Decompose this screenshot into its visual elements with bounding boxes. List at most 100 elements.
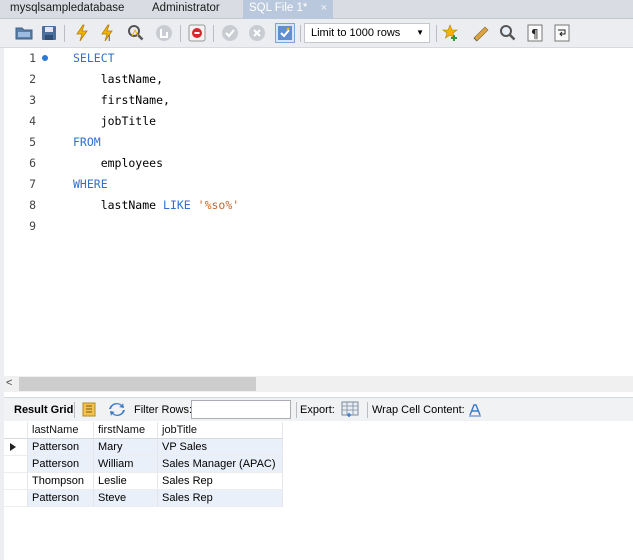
export-label: Export: — [300, 404, 335, 416]
table-cell[interactable]: Sales Manager (APAC) — [158, 456, 283, 473]
explain-icon[interactable] — [126, 23, 146, 43]
code-text: FROM — [73, 132, 101, 153]
execute-current-icon[interactable]: I — [98, 23, 118, 43]
form-editor-icon[interactable] — [82, 402, 96, 420]
tab-mysqlsampledatabase[interactable]: mysqlsampledatabase — [4, 0, 130, 19]
code-text: lastName, — [73, 69, 163, 90]
toolbar-separator — [180, 25, 181, 42]
bookmark-icon[interactable] — [441, 23, 461, 43]
code-line[interactable]: 6 employees — [0, 153, 633, 174]
toolbar-separator — [296, 402, 297, 418]
wrap-cell-icon[interactable] — [468, 403, 482, 420]
toolbar-separator — [213, 25, 214, 42]
table-cell[interactable]: Mary — [94, 439, 158, 456]
tab-bar: mysqlsampledatabase Administrator SQL Fi… — [0, 0, 633, 19]
table-row[interactable]: Patterson Mary VP Sales — [4, 439, 283, 456]
code-line[interactable]: 9 — [0, 216, 633, 237]
wrap-cell-content-label: Wrap Cell Content: — [372, 404, 465, 416]
stop-icon[interactable] — [154, 23, 174, 43]
wrap-icon[interactable] — [552, 23, 572, 43]
code-line[interactable]: 5 FROM — [0, 132, 633, 153]
commit-icon[interactable] — [220, 23, 240, 43]
line-number: 9 — [29, 219, 36, 233]
line-number: 3 — [29, 93, 36, 107]
table-cell[interactable]: Patterson — [28, 439, 94, 456]
save-icon[interactable] — [39, 23, 59, 43]
row-selector[interactable] — [4, 490, 28, 507]
sql-keyword: SELECT — [73, 51, 115, 65]
column-header-lastname[interactable]: lastName — [28, 422, 94, 439]
sql-token: jobTitle — [73, 114, 157, 128]
column-header-jobtitle[interactable]: jobTitle — [158, 422, 283, 439]
sql-keyword: WHERE — [73, 177, 108, 191]
table-cell[interactable]: Patterson — [28, 456, 94, 473]
rollback-icon[interactable] — [247, 23, 267, 43]
invisible-chars-icon[interactable]: ¶ — [525, 23, 545, 43]
result-grid-tab[interactable]: Result Grid — [14, 404, 73, 416]
table-cell[interactable]: Leslie — [94, 473, 158, 490]
toolbar-separator — [300, 25, 301, 42]
horizontal-scrollbar[interactable]: < — [4, 376, 633, 392]
open-folder-icon[interactable] — [14, 23, 34, 43]
table-cell[interactable]: VP Sales — [158, 439, 283, 456]
sql-keyword: FROM — [73, 135, 101, 149]
tab-sql-file[interactable]: SQL File 1* × — [243, 0, 333, 19]
toolbar-separator — [74, 402, 75, 418]
table-row[interactable]: Patterson Steve Sales Rep — [4, 490, 283, 507]
code-text: WHERE — [73, 174, 108, 195]
filter-rows-label: Filter Rows: — [134, 404, 193, 416]
result-grid[interactable]: lastName firstName jobTitle Patterson Ma… — [4, 422, 283, 507]
table-row[interactable]: Patterson William Sales Manager (APAC) — [4, 456, 283, 473]
sql-token: firstName, — [73, 93, 170, 107]
row-selector[interactable] — [4, 439, 28, 456]
limit-rows-select[interactable]: Limit to 1000 rows ▼ — [304, 23, 430, 43]
toolbar-separator — [436, 25, 437, 42]
line-number: 6 — [29, 156, 36, 170]
autocommit-icon[interactable] — [275, 23, 295, 43]
result-toolbar: Result Grid Filter Rows: Export: Wrap Ce… — [4, 397, 633, 421]
scroll-left-icon[interactable]: < — [6, 377, 12, 389]
sql-string: '%so%' — [197, 198, 240, 212]
code-text: employees — [73, 153, 163, 174]
toggle-error-icon[interactable] — [187, 23, 207, 43]
code-line[interactable]: 3 firstName, — [0, 90, 633, 111]
table-cell[interactable]: Sales Rep — [158, 473, 283, 490]
table-cell[interactable]: Patterson — [28, 490, 94, 507]
code-text: jobTitle — [73, 111, 156, 132]
row-selector[interactable] — [4, 456, 28, 473]
table-cell[interactable]: William — [94, 456, 158, 473]
code-text: lastName LIKE '%so%' — [73, 195, 240, 216]
scroll-thumb[interactable] — [19, 377, 256, 391]
beautify-icon[interactable] — [471, 23, 491, 43]
current-row-icon — [10, 443, 16, 451]
filter-rows-input[interactable] — [191, 400, 291, 419]
code-line[interactable]: 2 lastName, — [0, 69, 633, 90]
svg-text:¶: ¶ — [531, 27, 539, 41]
sql-token: lastName, — [73, 72, 164, 86]
editor-toolbar: I Limit to 1000 rows ▼ ¶ — [0, 19, 633, 48]
execute-icon[interactable] — [72, 23, 92, 43]
code-line[interactable]: 8 lastName LIKE '%so%' — [0, 195, 633, 216]
row-selector[interactable] — [4, 473, 28, 490]
refresh-icon[interactable] — [108, 402, 126, 420]
line-number: 7 — [29, 177, 36, 191]
table-row[interactable]: Thompson Leslie Sales Rep — [4, 473, 283, 490]
chevron-down-icon: ▼ — [416, 28, 424, 37]
svg-text:I: I — [108, 34, 110, 42]
code-line[interactable]: 4 jobTitle — [0, 111, 633, 132]
close-icon[interactable]: × — [321, 0, 327, 17]
table-cell[interactable]: Steve — [94, 490, 158, 507]
grid-header-row: lastName firstName jobTitle — [4, 422, 283, 439]
tab-administrator[interactable]: Administrator — [146, 0, 226, 19]
table-cell[interactable]: Thompson — [28, 473, 94, 490]
code-line[interactable]: 7 WHERE — [0, 174, 633, 195]
limit-rows-label: Limit to 1000 rows — [311, 27, 401, 39]
sql-editor[interactable]: 1 SELECT 2 lastName, 3 firstName, 4 jobTitle… — [0, 48, 633, 376]
export-icon[interactable] — [341, 401, 359, 421]
sql-keyword: LIKE — [163, 198, 191, 212]
column-header-firstname[interactable]: firstName — [94, 422, 158, 439]
find-icon[interactable] — [498, 23, 518, 43]
table-cell[interactable]: Sales Rep — [158, 490, 283, 507]
code-line[interactable]: 1 SELECT — [0, 48, 633, 69]
